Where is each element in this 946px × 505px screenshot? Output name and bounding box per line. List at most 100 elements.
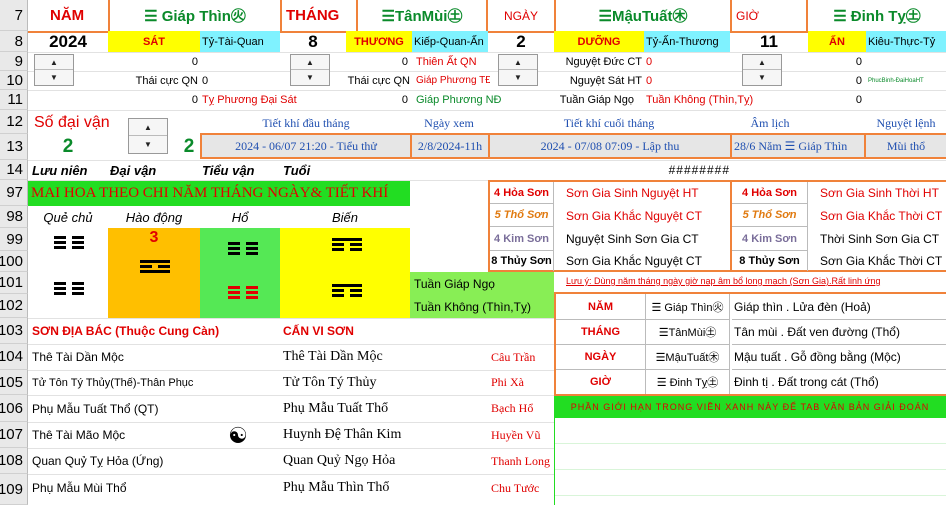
son-label: 4 Kim Sơn [490,227,554,251]
row-header[interactable]: 109 [0,474,28,505]
hour-spinner[interactable]: ▲ ▼ [742,54,782,86]
month-value[interactable]: 8 [280,31,346,52]
row-header[interactable]: 14 [0,160,28,180]
nam-value: ☰ Giáp Thìn㊋ [108,0,282,33]
row-header[interactable]: 12 [0,110,28,134]
overflow-cell[interactable]: ######## [640,160,730,180]
luc-thu: Phi Xà [491,375,524,389]
son-relation: Sơn Gia Khắc Nguyệt CT [566,208,702,223]
nguyet-sat: Nguyệt Sát HT [569,74,642,87]
row-header[interactable]: 108 [0,448,28,474]
tuan-khong-label: Tuần Không (Thìn,Tỵ) [414,299,531,314]
text-area-green[interactable] [554,418,946,505]
luc-thu: Chu Tước [491,480,540,495]
row-header[interactable]: 98 [0,206,28,228]
tiet-khi-cuoi-value: 2024 - 07/08 07:09 - Lập thu [488,133,732,159]
row-header[interactable]: 7 [0,0,28,31]
row-header[interactable]: 13 [0,134,28,160]
so-dai-van-value[interactable]: 2 [28,134,108,160]
dai-van-spinner[interactable]: ▲ ▼ [128,118,168,154]
row-header[interactable]: 102 [0,294,28,318]
ngay-value: ☰MậuTuất㊍ [554,0,732,33]
row-header[interactable]: 100 [0,251,28,272]
row-header[interactable]: 106 [0,395,28,422]
nap-am-key: NĂM [556,294,646,320]
thang-label: THÁNG [280,0,358,33]
cell-value[interactable]: 0 [108,90,198,110]
hao-line: Phụ Mẫu Thìn Thổ [283,480,390,495]
nap-am-text: Giáp thìn . Lửa đèn (Hoả) [732,294,946,320]
day-spinner[interactable]: ▲ ▼ [498,54,538,86]
tuan-khong: Tuần Không (Thìn,Tỵ) [646,94,754,106]
tiet-khi-dau-value: 2024 - 06/07 21:20 - Tiểu thử [200,133,412,159]
row-header[interactable]: 97 [0,180,28,206]
hao-line: Phụ Mẫu Mùi Thổ [32,481,127,495]
row-header[interactable]: 105 [0,370,28,395]
trigram-icon [54,234,84,251]
cell-value[interactable]: 0 [800,52,862,71]
spin-down-icon[interactable]: ▼ [743,70,781,85]
cell-value[interactable]: 0 [646,71,666,90]
year-spinner[interactable]: ▲ ▼ [34,54,74,86]
tuan-box: Tuần Giáp Ngọ Tuần Không (Thìn,Tỵ) [410,272,554,318]
ngay-xem-label: Ngày xem [424,115,474,130]
son-relation: Sơn Gia Khắc Thời CT [820,208,943,223]
cell-value[interactable]: 0 [800,71,862,90]
trigram-icon [228,240,258,257]
row-header[interactable]: 104 [0,344,28,370]
hao-line: Thê Tài Dần Mộc [32,350,124,364]
spin-up-icon[interactable]: ▲ [129,119,167,136]
spin-down-icon[interactable]: ▼ [499,70,537,85]
nam-label: NĂM [28,0,110,33]
thuong-label: THƯƠNG [346,31,412,52]
spin-up-icon[interactable]: ▲ [291,55,329,70]
son-relation: Sơn Gia Khắc Thời CT [820,254,943,268]
tuan-giap-ngo: Tuần Giáp Ngọ [559,94,634,106]
row-header[interactable]: 107 [0,422,28,448]
son-label: 4 Hỏa Sơn [490,182,554,204]
row-header[interactable]: 101 [0,272,28,294]
row-header[interactable]: 99 [0,228,28,251]
row-header[interactable]: 103 [0,318,28,344]
hour-value[interactable]: 11 [730,31,808,52]
nap-am-key: GIỜ [556,370,646,394]
cell-value[interactable]: 0 [800,90,862,110]
spin-up-icon[interactable]: ▲ [499,55,537,70]
am-lich-value: 28/6 Năm ☰ Giáp Thìn [730,133,866,159]
nap-am-gan: ☰MậuTuất㊍ [646,345,730,370]
spin-up-icon[interactable]: ▲ [35,55,73,70]
tieu-van-label: Tiểu vận [202,162,255,178]
dai-van-number[interactable]: 2 [176,134,202,160]
nap-am-text: Đinh tị . Đất trong cát (Thổ) [734,375,879,389]
son-label: 8 Thủy Sơn [490,251,554,271]
hao-dong-label: Hào động [125,209,183,225]
ngay-xem-value[interactable]: 2/8/2024-11h [410,133,490,159]
spin-down-icon[interactable]: ▼ [291,70,329,85]
phan-gioi-han-banner: PHẦN GIỚI HẠN TRONG VIỀN XANH NÀY ĐỂ TAB… [554,396,946,418]
row-header[interactable]: 8 [0,31,28,52]
duong-label: DƯỠNG [554,31,644,52]
row-header[interactable]: 11 [0,90,28,110]
month-spinner[interactable]: ▲ ▼ [290,54,330,86]
nap-am-key: THÁNG [556,320,646,345]
row-header[interactable]: 9 [0,52,28,71]
son-label: 4 Hỏa Sơn [732,182,808,204]
spin-down-icon[interactable]: ▼ [35,70,73,85]
cell-value[interactable]: 0 [108,52,198,71]
cell-value[interactable]: 0 [346,52,408,71]
cell-value[interactable]: 0 [202,71,222,90]
spin-down-icon[interactable]: ▼ [129,136,167,153]
luc-thu: Thanh Long [491,453,550,468]
spin-up-icon[interactable]: ▲ [743,55,781,70]
row-header[interactable]: 10 [0,71,28,90]
year-value[interactable]: 2024 [28,31,108,52]
nap-am-text: Mậu tuất . Gỗ đồng bằng (Mộc) [732,345,946,370]
ty-phuong: Tỵ Phương Đại Sát [202,94,297,106]
cell-value[interactable]: 0 [346,90,408,110]
thai-cuc-2: Thái cực QN [347,74,410,87]
dai-van-label: Đại vận [110,162,157,178]
trigram-icon [54,280,84,297]
trigram-icon [332,236,362,253]
day-value[interactable]: 2 [488,31,554,52]
cell-value[interactable]: 0 [646,52,666,71]
